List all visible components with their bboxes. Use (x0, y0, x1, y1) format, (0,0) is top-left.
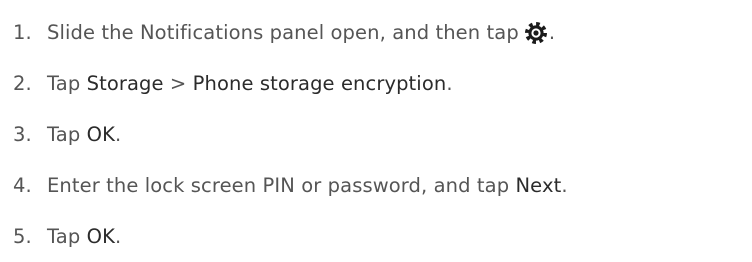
ui-term-next: Next (515, 174, 562, 197)
ui-term-ok: OK (86, 123, 115, 146)
step-number: 4. (13, 174, 32, 197)
step-text-segment: Tap (47, 123, 87, 146)
ui-term-phone-storage-encryption: Phone storage encryption (192, 72, 447, 95)
step-item: 4. Enter the lock screen PIN or password… (13, 160, 568, 211)
step-item: 5. Tap OK . (13, 211, 568, 262)
step-text-segment: Slide the Notifications panel open, and … (47, 21, 519, 44)
step-text-segment: . (561, 174, 568, 197)
step-number: 2. (13, 72, 32, 95)
step-text: Slide the Notifications panel open, and … (47, 21, 555, 45)
step-text-segment: . (548, 21, 556, 44)
step-number: 1. (13, 21, 32, 44)
step-item: 2. Tap Storage > Phone storage encryptio… (13, 58, 568, 109)
ui-term-ok: OK (86, 225, 115, 248)
step-text-segment: Tap (47, 225, 87, 248)
ui-term-storage: Storage (86, 72, 164, 95)
step-item: 3. Tap OK . (13, 109, 568, 160)
step-number: 3. (13, 123, 32, 146)
step-item: 1. Slide the Notifications panel open, a… (13, 7, 568, 58)
step-text: Tap OK . (47, 123, 121, 146)
step-text: Enter the lock screen PIN or password, a… (47, 174, 568, 197)
step-number: 5. (13, 225, 32, 248)
step-text-segment: Tap (47, 72, 87, 95)
step-text: Tap Storage > Phone storage encryption . (47, 72, 453, 95)
instruction-steps-list: 1. Slide the Notifications panel open, a… (13, 7, 568, 262)
step-text-segment: > (163, 72, 193, 95)
step-text-segment: . (114, 225, 122, 248)
settings-gear-icon (524, 21, 548, 45)
step-text-segment: . (114, 123, 122, 146)
step-text: Tap OK . (47, 225, 121, 248)
step-text-segment: Enter the lock screen PIN or password, a… (47, 174, 516, 197)
step-text-segment: . (446, 72, 453, 95)
